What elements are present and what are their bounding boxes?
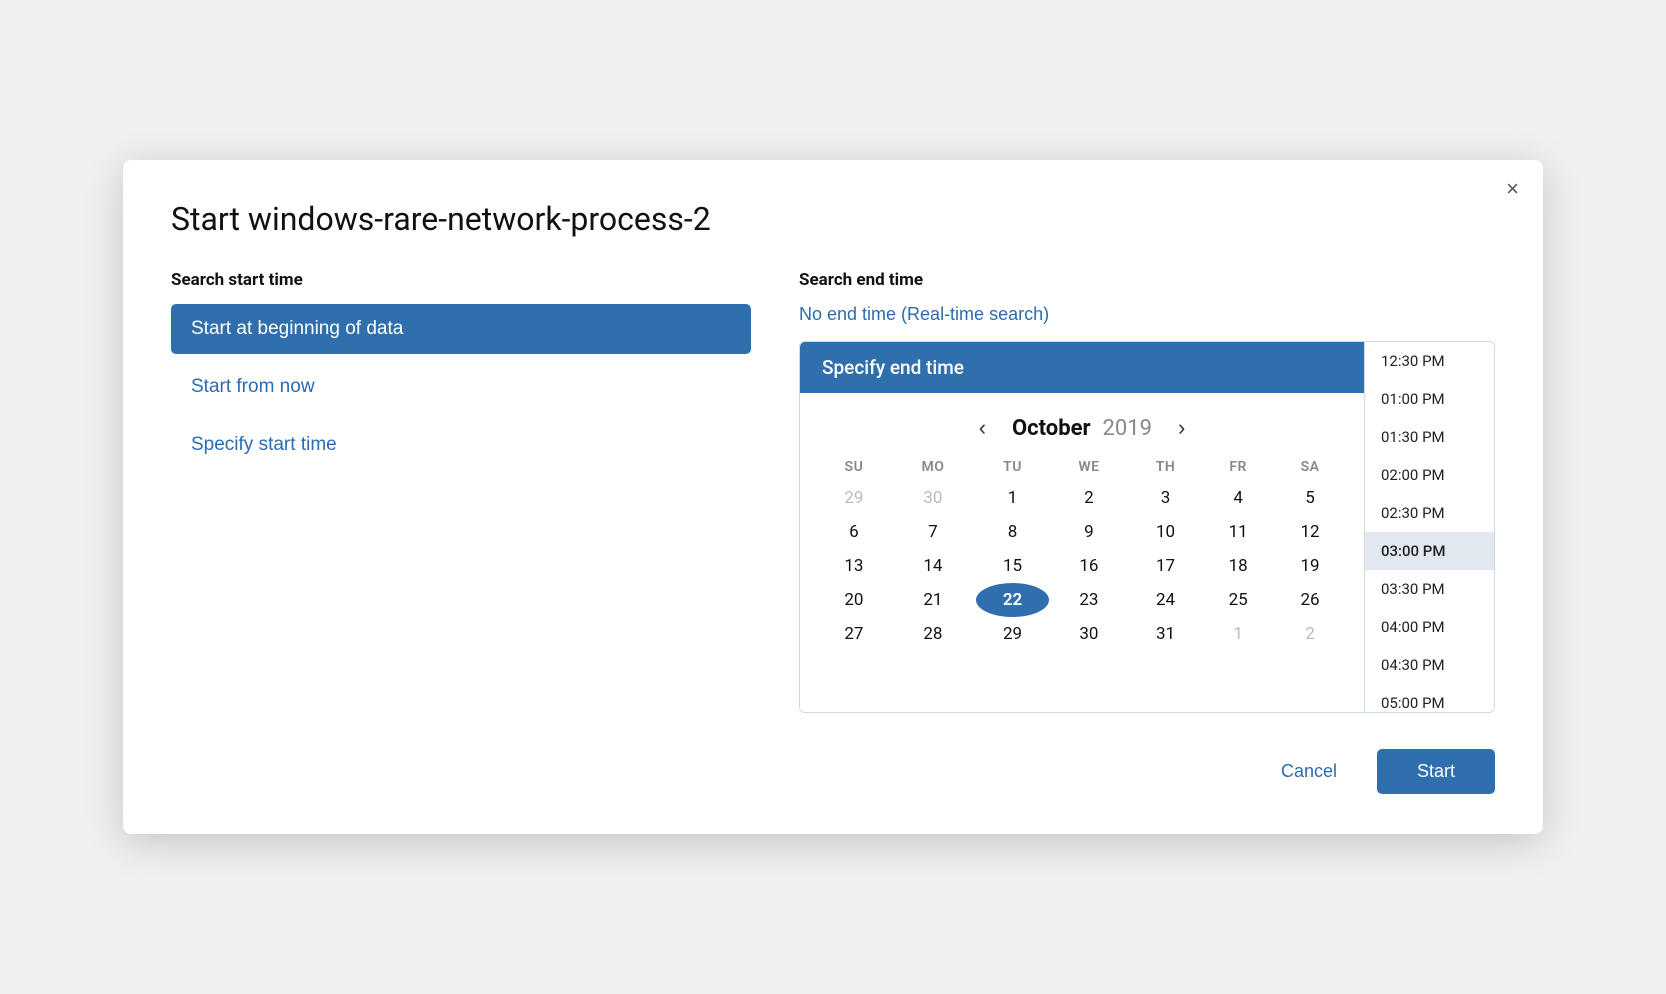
calendar-day[interactable]: 14 [890,549,976,583]
calendar-nav: ‹ October 2019 › [800,393,1364,453]
time-item[interactable]: 04:30 PM [1365,646,1494,684]
calendar-day[interactable]: 2 [1049,481,1129,515]
dialog: × Start windows-rare-network-process-2 S… [123,160,1543,834]
time-item[interactable]: 04:00 PM [1365,608,1494,646]
calendar-day[interactable]: 29 [818,481,890,515]
calendar-day[interactable]: 18 [1202,549,1274,583]
calendar-day[interactable]: 2 [1274,617,1346,651]
calendar-grid: SUMOTUWETHFRSA 2930123456789101112131415… [800,453,1364,667]
calendar-day[interactable]: 19 [1274,549,1346,583]
calendar-day[interactable]: 20 [818,583,890,617]
calendar-day[interactable]: 15 [976,549,1049,583]
calendar-day[interactable]: 26 [1274,583,1346,617]
start-option-beginning[interactable]: Start at beginning of data [171,304,751,354]
panels: Search start time Start at beginning of … [171,270,1495,713]
calendar-year: 2019 [1103,416,1152,441]
time-item[interactable]: 01:00 PM [1365,380,1494,418]
time-list: 12:30 PM01:00 PM01:30 PM02:00 PM02:30 PM… [1364,342,1494,712]
calendar-day[interactable]: 22 [976,583,1049,617]
time-item[interactable]: 03:30 PM [1365,570,1494,608]
calendar-day[interactable]: 21 [890,583,976,617]
calendar-day[interactable]: 24 [1129,583,1202,617]
calendar-main: Specify end time ‹ October 2019 › SUMOTU… [800,342,1364,712]
calendar-month-year: October 2019 [1012,416,1152,441]
calendar-day[interactable]: 9 [1049,515,1129,549]
weekday-tu: TU [976,453,1049,481]
calendar-day[interactable]: 13 [818,549,890,583]
time-item[interactable]: 03:00 PM [1365,532,1494,570]
calendar-day[interactable]: 6 [818,515,890,549]
calendar-container: Specify end time ‹ October 2019 › SUMOTU… [799,341,1495,713]
calendar-day[interactable]: 1 [1202,617,1274,651]
left-panel: Search start time Start at beginning of … [171,270,751,478]
calendar-day[interactable]: 8 [976,515,1049,549]
end-time-label: Search end time [799,270,1495,290]
start-button[interactable]: Start [1377,749,1495,794]
calendar-day[interactable]: 7 [890,515,976,549]
time-item[interactable]: 05:00 PM [1365,684,1494,712]
calendar-day[interactable]: 1 [976,481,1049,515]
calendar-day[interactable]: 17 [1129,549,1202,583]
calendar-month: October [1012,416,1091,441]
next-month-button[interactable]: › [1168,411,1195,445]
calendar-day[interactable]: 29 [976,617,1049,651]
calendar-day[interactable]: 28 [890,617,976,651]
dialog-title: Start windows-rare-network-process-2 [171,200,1495,238]
calendar-day[interactable]: 11 [1202,515,1274,549]
right-panel: Search end time No end time (Real-time s… [799,270,1495,713]
calendar-day[interactable]: 30 [1049,617,1129,651]
specify-end-time-header: Specify end time [800,342,1364,393]
start-options: Start at beginning of data Start from now… [171,304,751,470]
calendar-day[interactable]: 3 [1129,481,1202,515]
weekday-mo: MO [890,453,976,481]
time-item[interactable]: 02:30 PM [1365,494,1494,532]
weekday-sa: SA [1274,453,1346,481]
start-time-label: Search start time [171,270,751,290]
cancel-button[interactable]: Cancel [1257,749,1361,794]
calendar-day[interactable]: 23 [1049,583,1129,617]
calendar-day[interactable]: 27 [818,617,890,651]
time-item[interactable]: 01:30 PM [1365,418,1494,456]
calendar-day[interactable]: 31 [1129,617,1202,651]
weekday-fr: FR [1202,453,1274,481]
close-button[interactable]: × [1506,178,1519,200]
calendar-day[interactable]: 4 [1202,481,1274,515]
calendar-day[interactable]: 10 [1129,515,1202,549]
calendar-day[interactable]: 30 [890,481,976,515]
start-option-specify[interactable]: Specify start time [171,420,751,470]
prev-month-button[interactable]: ‹ [969,411,996,445]
time-item[interactable]: 12:30 PM [1365,342,1494,380]
weekday-we: WE [1049,453,1129,481]
calendar-day[interactable]: 25 [1202,583,1274,617]
time-item[interactable]: 02:00 PM [1365,456,1494,494]
no-end-time-button[interactable]: No end time (Real-time search) [799,304,1049,325]
calendar-day[interactable]: 12 [1274,515,1346,549]
calendar-day[interactable]: 5 [1274,481,1346,515]
start-option-now[interactable]: Start from now [171,362,751,412]
dialog-footer: Cancel Start [171,749,1495,794]
calendar-day[interactable]: 16 [1049,549,1129,583]
weekday-su: SU [818,453,890,481]
weekday-th: TH [1129,453,1202,481]
